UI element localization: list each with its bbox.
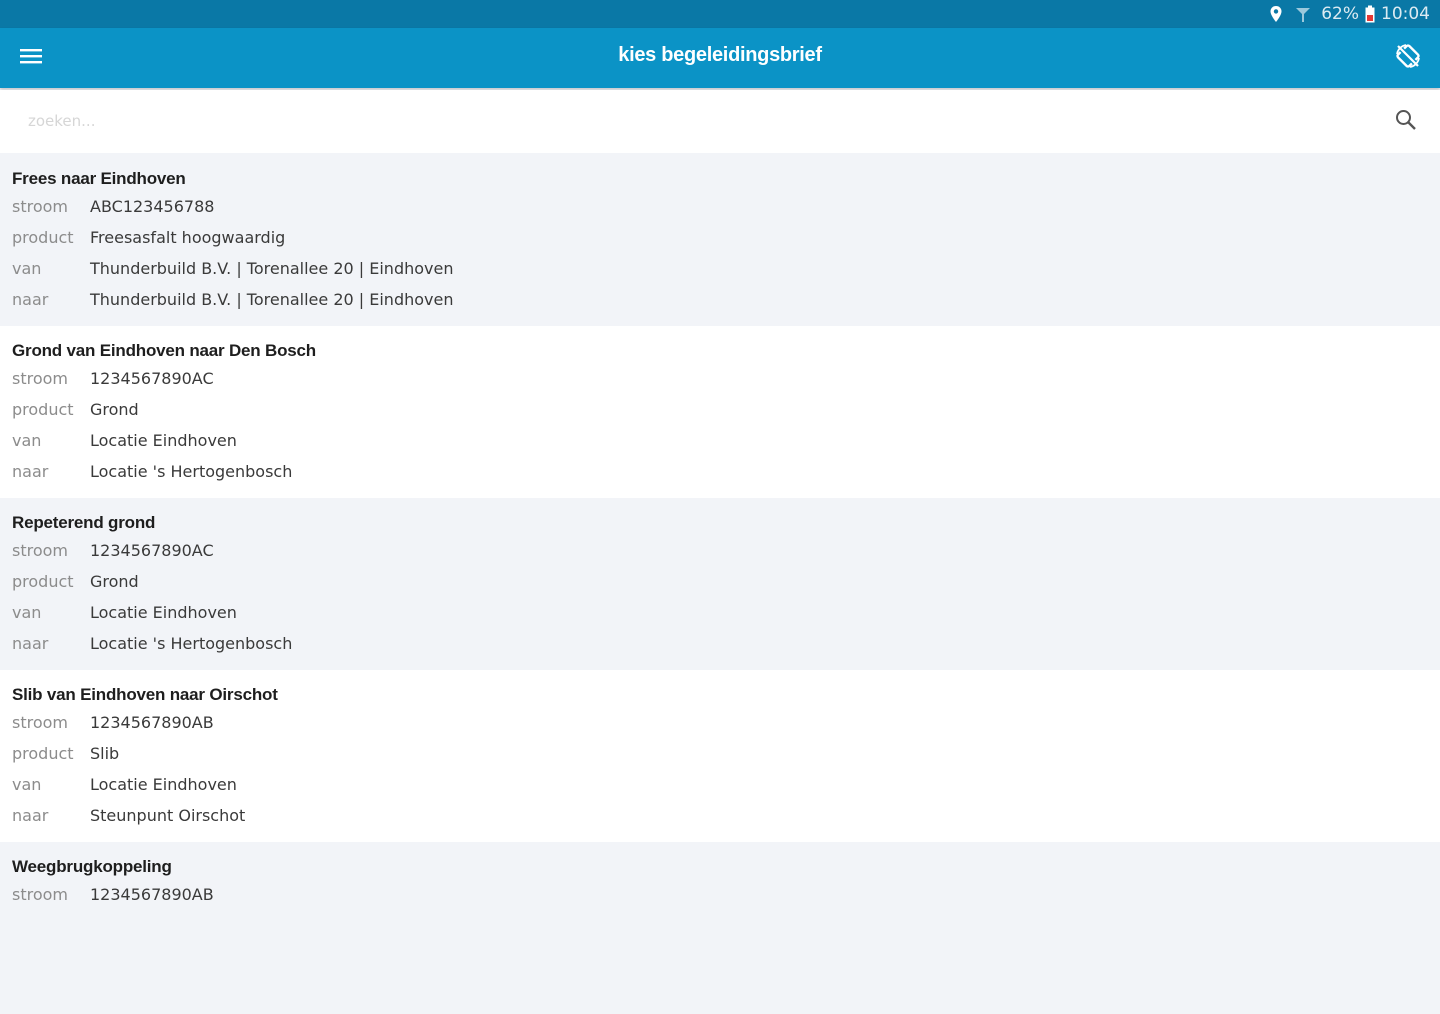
field-row-van: van Locatie Eindhoven <box>12 769 1440 800</box>
field-label: naar <box>12 806 49 825</box>
list-item[interactable]: Slib van Eindhoven naar Oirschot stroom 1… <box>0 670 1440 842</box>
field-row-van: van Locatie Eindhoven <box>12 425 1440 456</box>
list-item-title: Repeterend grond <box>12 513 156 532</box>
field-value: Locatie Eindhoven <box>90 775 237 794</box>
field-value: 1234567890AC <box>90 541 214 560</box>
battery-icon <box>1365 5 1375 23</box>
field-label: van <box>12 259 42 278</box>
field-row-stroom: stroom ABC123456788 <box>12 191 1440 222</box>
search-button[interactable] <box>1392 108 1420 136</box>
field-value: Slib <box>90 744 120 763</box>
field-value: 1234567890AB <box>90 885 214 904</box>
field-value: Thunderbuild B.V. | Torenallee 20 | Eind… <box>90 259 454 278</box>
screen-rotation-lock-icon <box>1394 42 1422 75</box>
field-label: naar <box>12 634 49 653</box>
field-row-product: product Grond <box>12 566 1440 597</box>
field-row-van: van Locatie Eindhoven <box>12 597 1440 628</box>
field-row-stroom: stroom 1234567890AC <box>12 363 1440 394</box>
field-row-product: product Freesasfalt hoogwaardig <box>12 222 1440 253</box>
list-item[interactable]: Grond van Eindhoven naar Den Bosch stroo… <box>0 326 1440 498</box>
field-value: Freesasfalt hoogwaardig <box>90 228 286 247</box>
field-value: Grond <box>90 400 139 419</box>
list-item[interactable]: Frees naar Eindhoven stroom ABC123456788 … <box>0 154 1440 326</box>
list-item-title: Slib van Eindhoven naar Oirschot <box>12 685 278 704</box>
rotation-lock-button[interactable] <box>1390 40 1426 76</box>
search-bar <box>0 90 1440 153</box>
location-icon <box>1269 5 1283 23</box>
page-title: kies begeleidingsbrief <box>618 44 822 66</box>
field-row-product: product Grond <box>12 394 1440 425</box>
field-value: ABC123456788 <box>90 197 215 216</box>
field-label: stroom <box>12 885 68 904</box>
signal-icon <box>1295 5 1311 23</box>
field-label: van <box>12 775 42 794</box>
field-value: Locatie Eindhoven <box>90 603 237 622</box>
field-row-naar: naar Locatie 's Hertogenbosch <box>12 456 1440 487</box>
status-bar: 62% 10:04 <box>0 0 1440 28</box>
field-value: Locatie Eindhoven <box>90 431 237 450</box>
field-label: product <box>12 400 74 419</box>
status-icons: 62% 10:04 <box>1269 4 1430 24</box>
field-label: naar <box>12 290 49 309</box>
field-label: product <box>12 744 74 763</box>
field-label: naar <box>12 462 49 481</box>
field-label: product <box>12 228 74 247</box>
list-item-title: Frees naar Eindhoven <box>12 169 186 188</box>
field-value: Steunpunt Oirschot <box>90 806 246 825</box>
field-value: 1234567890AC <box>90 369 214 388</box>
field-label: stroom <box>12 713 68 732</box>
field-row-stroom: stroom 1234567890AB <box>12 707 1440 738</box>
status-time: 10:04 <box>1381 4 1430 24</box>
field-label: van <box>12 431 42 450</box>
field-row-naar: naar Thunderbuild B.V. | Torenallee 20 | … <box>12 284 1440 315</box>
delivery-note-list: Frees naar Eindhoven stroom ABC123456788 … <box>0 154 1440 1014</box>
field-row-naar: naar Steunpunt Oirschot <box>12 800 1440 831</box>
list-item[interactable]: Weegbrugkoppeling stroom 1234567890AB <box>0 842 1440 1014</box>
field-value: Locatie 's Hertogenbosch <box>90 634 293 653</box>
app-bar: kies begeleidingsbrief <box>0 28 1440 88</box>
field-label: van <box>12 603 42 622</box>
field-row-van: van Thunderbuild B.V. | Torenallee 20 | E… <box>12 253 1440 284</box>
list-item-title: Grond van Eindhoven naar Den Bosch <box>12 341 316 360</box>
field-label: product <box>12 572 74 591</box>
field-value: Locatie 's Hertogenbosch <box>90 462 293 481</box>
search-input[interactable] <box>18 104 1368 138</box>
search-icon <box>1395 109 1417 136</box>
field-row-stroom: stroom 1234567890AC <box>12 535 1440 566</box>
battery-percentage: 62% <box>1321 4 1359 24</box>
field-row-stroom: stroom 1234567890AB <box>12 879 1440 910</box>
field-value: Thunderbuild B.V. | Torenallee 20 | Eind… <box>90 290 454 309</box>
field-value: 1234567890AB <box>90 713 214 732</box>
field-row-product: product Slib <box>12 738 1440 769</box>
list-item-title: Weegbrugkoppeling <box>12 857 172 876</box>
field-row-naar: naar Locatie 's Hertogenbosch <box>12 628 1440 659</box>
field-label: stroom <box>12 197 68 216</box>
field-label: stroom <box>12 369 68 388</box>
field-label: stroom <box>12 541 68 560</box>
field-value: Grond <box>90 572 139 591</box>
list-item[interactable]: Repeterend grond stroom 1234567890AC prod… <box>0 498 1440 670</box>
